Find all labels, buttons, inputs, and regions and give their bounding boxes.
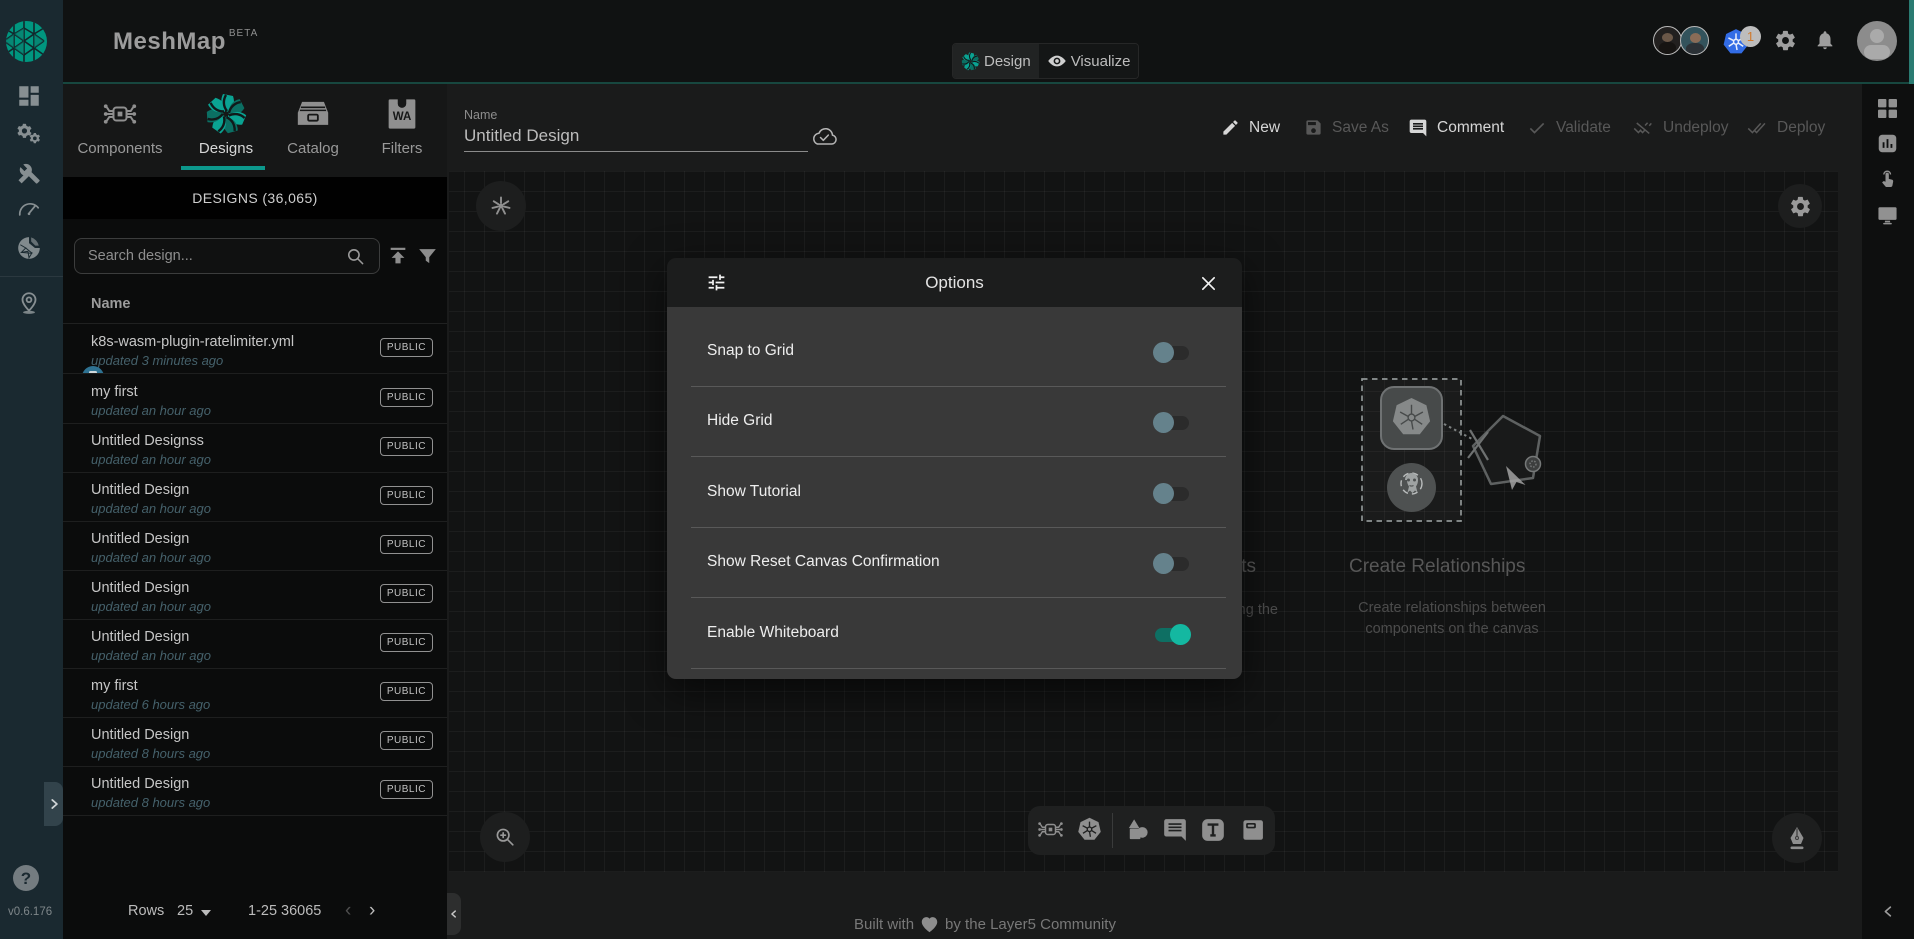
svg-text:?: ? [21,869,31,888]
svg-text:WA: WA [393,111,412,123]
